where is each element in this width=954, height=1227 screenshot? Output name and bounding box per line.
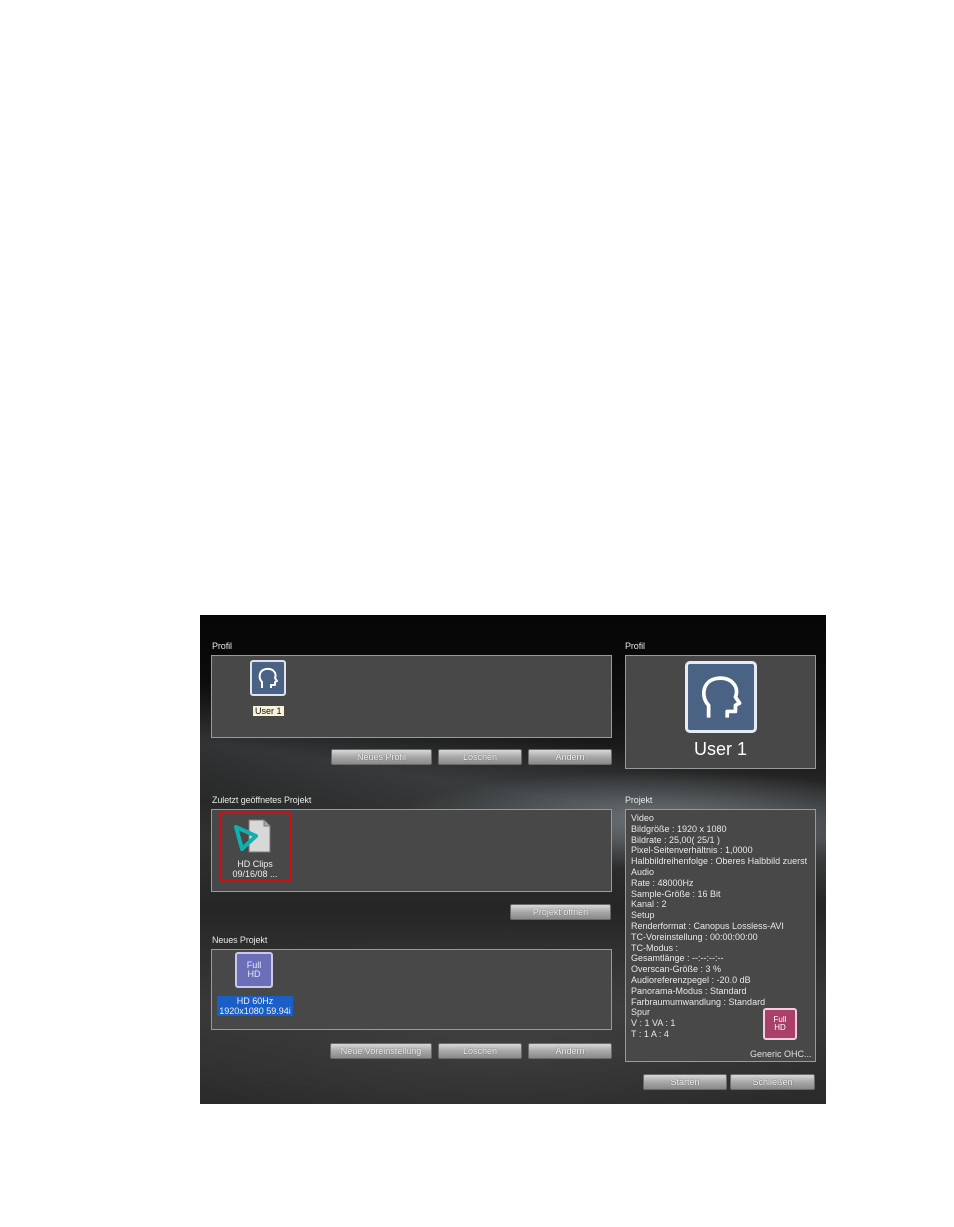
project-info-line: TC-Modus :: [631, 942, 679, 953]
project-info-line: Halbbildreihenfolge : Oberes Halbbild zu…: [631, 856, 808, 867]
profile-item-user1[interactable]: User 1: [248, 660, 288, 716]
project-info-line: Farbraumumwandlung : Standard: [631, 996, 766, 1007]
project-info-line: Sample-Größe : 16 Bit: [631, 888, 721, 899]
project-info-line: Gesamtlänge : --:--:--:--: [631, 953, 724, 964]
project-info-line: Panorama-Modus : Standard: [631, 985, 747, 996]
badge-caption: Generic OHC...: [750, 1049, 812, 1059]
delete-profile-button[interactable]: Löschen: [438, 749, 522, 765]
head-profile-large-icon: [685, 661, 757, 733]
recent-project-date: 09/16/08 ...: [232, 869, 278, 879]
project-info-panel: Video Bildgröße : 1920 x 1080 Bildrate : 2…: [625, 809, 816, 1062]
project-info-line: Kanal : 2: [631, 899, 667, 910]
start-button[interactable]: Starten: [643, 1074, 727, 1090]
profile-section-label: Profil: [212, 641, 232, 651]
full-hd-badge-icon: Full HD: [763, 1008, 797, 1040]
profile-item-label: User 1: [253, 706, 284, 716]
open-project-button[interactable]: Projekt öffnen: [510, 904, 611, 920]
edit-preset-button[interactable]: Ändern: [528, 1043, 612, 1059]
project-info-line: TC-Voreinstellung : 00:00:00:00: [631, 931, 758, 942]
new-project-panel: Full HD HD 60Hz 1920x1080 59.94i: [211, 949, 612, 1030]
project-info-line: Audioreferenzpegel : -20.0 dB: [631, 974, 751, 985]
delete-preset-button[interactable]: Löschen: [438, 1043, 522, 1059]
project-settings-window: Profil User 1 Neues Profil Löschen Änder…: [200, 615, 826, 1104]
project-info-line: Setup: [631, 910, 655, 921]
recent-project-label: Zuletzt geöffnetes Projekt: [212, 795, 312, 805]
new-preset-button[interactable]: Neue Voreinstellung: [330, 1043, 432, 1059]
profile-preview-label: Profil: [625, 641, 645, 651]
profile-preview-name: User 1: [693, 739, 747, 759]
project-file-icon: [233, 817, 273, 855]
project-info-line: Audio: [631, 866, 655, 877]
new-project-item-hd60[interactable]: Full HD HD 60Hz 1920x1080 59.94i: [217, 952, 293, 1018]
recent-project-title: HD Clips: [237, 859, 273, 869]
head-profile-icon: [250, 660, 286, 696]
new-project-format: 1920x1080 59.94i: [219, 1006, 291, 1016]
badge-bottom-text: HD: [774, 1023, 786, 1032]
full-hd-icon: Full HD: [235, 952, 273, 988]
close-button[interactable]: Schließen: [730, 1074, 815, 1090]
project-info-line: Bildrate : 25,00( 25/1 ): [631, 834, 721, 845]
profile-list-panel: User 1: [211, 655, 612, 738]
project-info-line: Rate : 48000Hz: [631, 877, 694, 888]
recent-project-panel: HD Clips 09/16/08 ...: [211, 809, 612, 892]
recent-project-item[interactable]: HD Clips 09/16/08 ...: [219, 812, 291, 882]
project-info-line: Overscan-Größe : 3 %: [631, 964, 722, 975]
edit-profile-button[interactable]: Ändern: [528, 749, 612, 765]
project-info-line: Renderformat : Canopus Lossless-AVI: [631, 920, 784, 931]
new-project-title: HD 60Hz: [236, 996, 274, 1006]
project-info-label: Projekt: [625, 795, 653, 805]
profile-preview-panel: User 1: [625, 655, 816, 769]
new-project-label: Neues Projekt: [212, 935, 268, 945]
project-info-line: Bildgröße : 1920 x 1080: [631, 823, 727, 834]
project-info-line: Pixel-Seitenverhältnis : 1,0000: [631, 845, 753, 856]
new-profile-button[interactable]: Neues Profil: [331, 749, 432, 765]
project-info-lines: Video Bildgröße : 1920 x 1080 Bildrate : 2…: [631, 813, 807, 1040]
full-hd-icon-bottom: HD: [247, 969, 261, 979]
project-info-line: Video: [631, 813, 654, 823]
